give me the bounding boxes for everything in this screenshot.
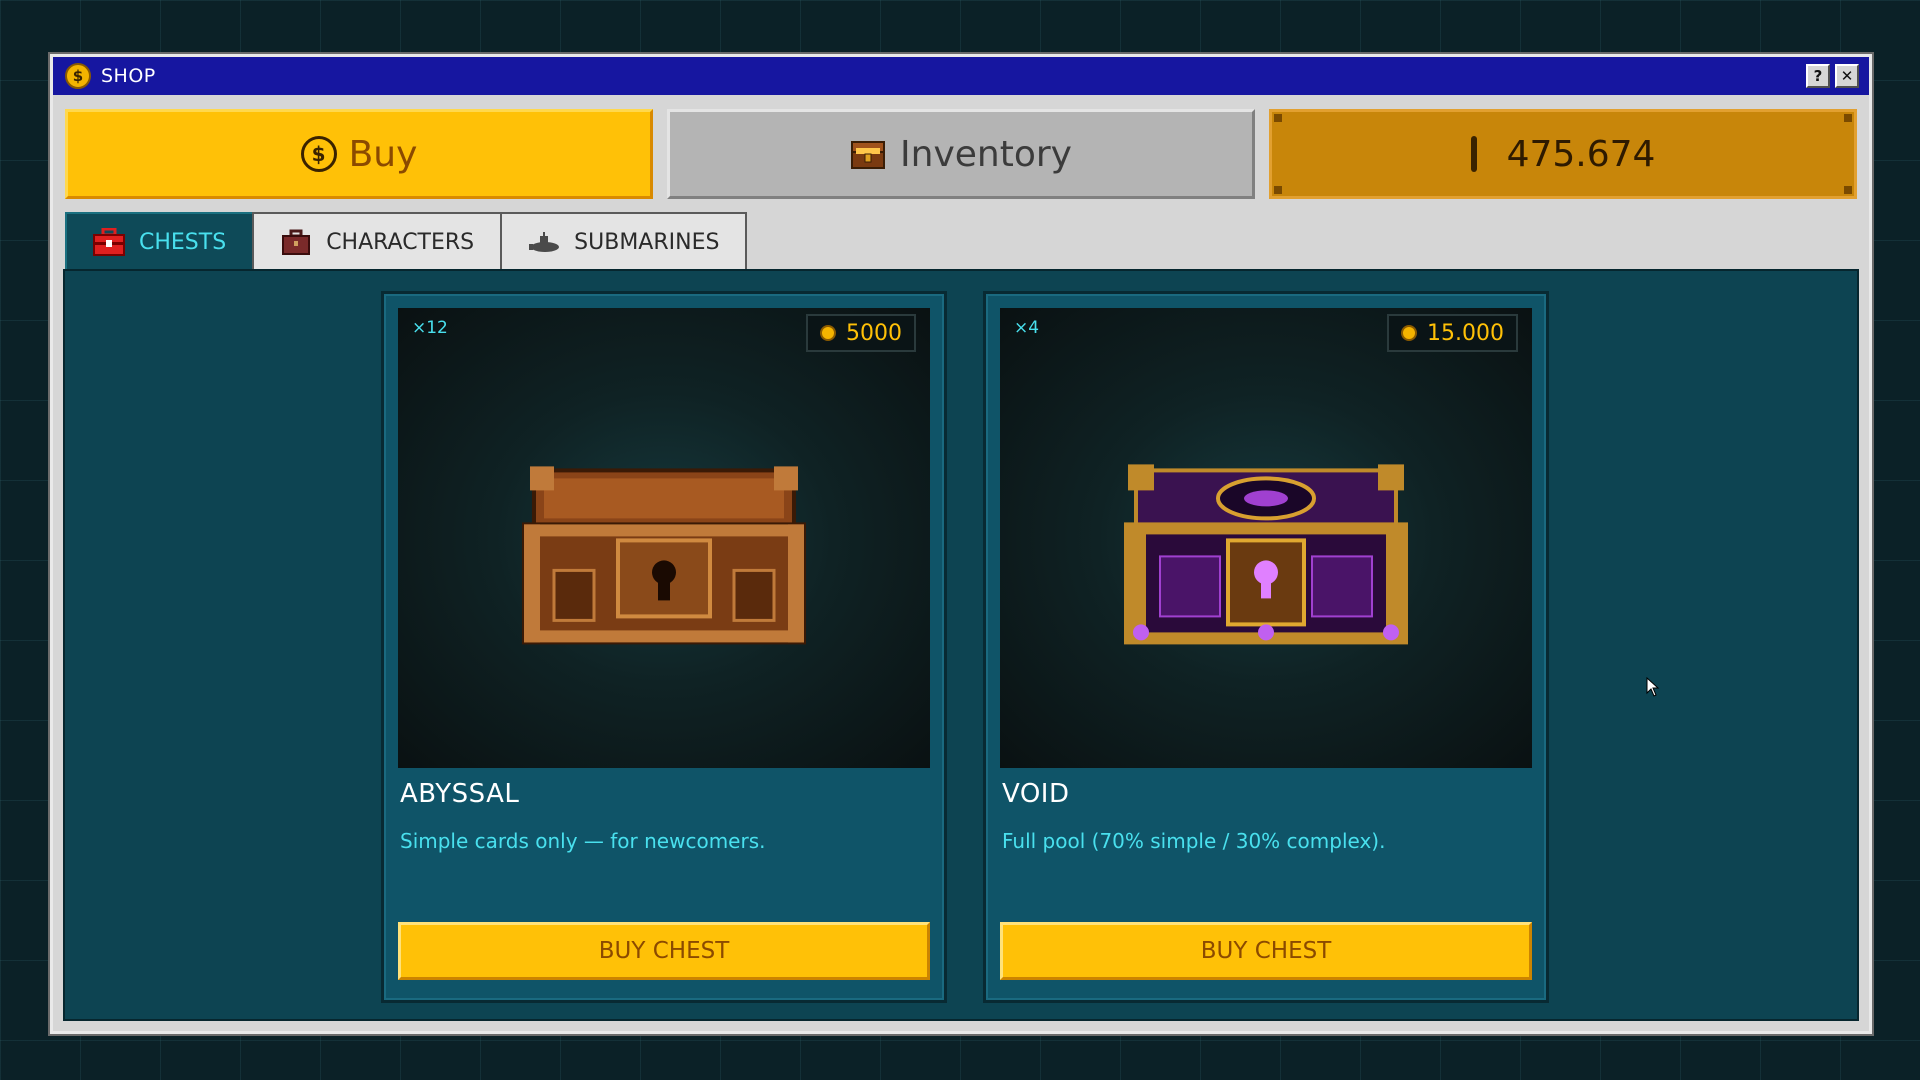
- buy-chest-button[interactable]: BUY CHEST: [398, 922, 930, 980]
- tab-label: SUBMARINES: [574, 229, 720, 255]
- chest-icon: [850, 138, 886, 170]
- tab-label: CHESTS: [139, 229, 227, 255]
- help-button[interactable]: ?: [1806, 64, 1830, 88]
- chest-image-abyssal: ×12 5000: [398, 308, 930, 768]
- quantity-badge: ×12: [412, 318, 448, 338]
- tab-label: CHARACTERS: [326, 229, 475, 255]
- coin-icon: $: [65, 63, 91, 89]
- chest-card-abyssal: ×12 5000 ABYSSAL Simple cards only — for…: [381, 291, 947, 1003]
- inventory-label: Inventory: [900, 133, 1072, 175]
- buy-chest-button[interactable]: BUY CHEST: [1000, 922, 1532, 980]
- buy-tab-button[interactable]: $ Buy: [65, 109, 653, 199]
- price-tag: 15.000: [1387, 314, 1518, 352]
- chest-card-void: ×4 15.000 VOID Full pool (70% simple / 3…: [983, 291, 1549, 1003]
- chest-description: Simple cards only — for newcomers.: [400, 829, 766, 853]
- chest-name: VOID: [1002, 779, 1070, 809]
- category-tabs: CHESTS CHARACTERS SUBMARINES: [65, 212, 748, 270]
- tab-submarines[interactable]: SUBMARINES: [500, 212, 748, 270]
- toolbox-icon: [93, 227, 125, 256]
- coin-icon: [1401, 325, 1418, 341]
- window-title: SHOP: [101, 65, 156, 87]
- inventory-tab-button[interactable]: Inventory: [667, 109, 1255, 199]
- briefcase-icon: [280, 228, 312, 256]
- coin-edge-icon: [1470, 136, 1477, 172]
- coin-icon: [820, 325, 836, 341]
- chest-name: ABYSSAL: [400, 779, 520, 809]
- tab-characters[interactable]: CHARACTERS: [252, 212, 503, 270]
- chest-description: Full pool (70% simple / 30% complex).: [1002, 829, 1386, 853]
- title-bar: $ SHOP ? ✕: [53, 57, 1869, 95]
- shop-window: $ SHOP ? ✕ $ Buy Inventory 475.674 CHEST…: [50, 54, 1872, 1034]
- void-chest-icon: [1116, 460, 1416, 654]
- coin-balance: 475.674: [1269, 109, 1857, 199]
- price-value: 15.000: [1427, 320, 1504, 346]
- abyssal-chest-icon: [514, 460, 814, 654]
- quantity-badge: ×4: [1014, 318, 1040, 338]
- balance-value: 475.674: [1506, 133, 1656, 175]
- buy-label: Buy: [348, 133, 418, 175]
- submarine-icon: [528, 228, 560, 256]
- close-button[interactable]: ✕: [1835, 64, 1859, 88]
- top-bar: $ Buy Inventory 475.674: [65, 109, 1857, 199]
- price-value: 5000: [846, 320, 902, 346]
- shop-content-panel: ×12 5000 ABYSSAL Simple cards only — for…: [63, 269, 1859, 1021]
- mouse-cursor-icon: [1646, 676, 1660, 701]
- price-tag: 5000: [806, 314, 916, 352]
- coin-icon: $: [300, 136, 337, 172]
- chest-image-void: ×4 15.000: [1000, 308, 1532, 768]
- tab-chests[interactable]: CHESTS: [65, 212, 255, 270]
